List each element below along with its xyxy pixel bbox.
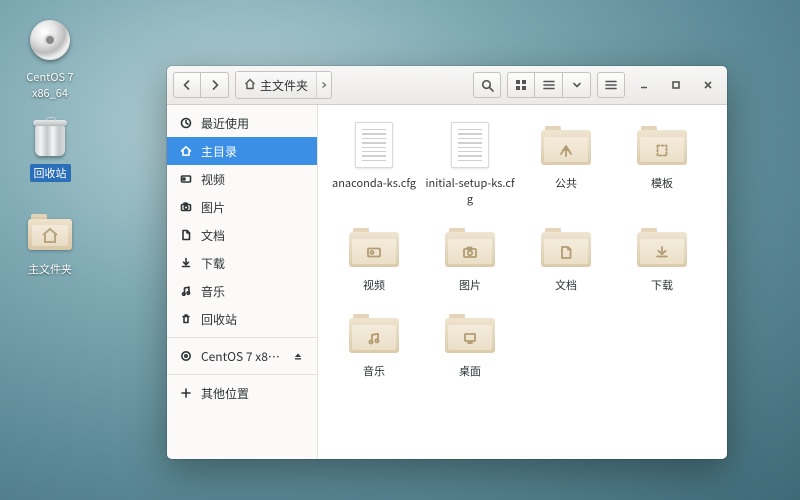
file-icon	[355, 122, 393, 168]
folder-item[interactable]: 公共	[518, 121, 614, 207]
folder-icon	[349, 313, 399, 353]
plus-icon	[179, 386, 193, 400]
minimize-button[interactable]	[631, 72, 657, 98]
view-mode-buttons	[507, 72, 591, 98]
sidebar-item-camera[interactable]: 图片	[167, 193, 317, 221]
maximize-button[interactable]	[663, 72, 689, 98]
folder-item[interactable]: 模板	[614, 121, 710, 207]
path-segment-home[interactable]: 主文件夹	[236, 72, 316, 98]
folder-icon	[26, 208, 74, 256]
sidebar-item-label: 音乐	[201, 283, 225, 300]
view-list-button[interactable]	[535, 72, 563, 98]
folder-icon	[445, 227, 495, 267]
sidebar-other-locations[interactable]: 其他位置	[167, 379, 317, 407]
sidebar-item-download[interactable]: 下载	[167, 249, 317, 277]
item-label: 图片	[459, 277, 481, 293]
file-icon	[451, 122, 489, 168]
sidebar-item-label: 下载	[201, 255, 225, 272]
sidebar-item-label: 图片	[201, 199, 225, 216]
sidebar-device[interactable]: CentOS 7 x86_64	[167, 342, 317, 370]
download-icon	[179, 256, 193, 270]
sidebar-item-label: 文档	[201, 227, 225, 244]
item-label: 模板	[651, 175, 673, 191]
folder-icon	[445, 313, 495, 353]
hamburger-menu-button[interactable]	[597, 72, 625, 98]
sidebar-item-clock[interactable]: 最近使用	[167, 109, 317, 137]
music-icon	[179, 284, 193, 298]
file-item[interactable]: initial-setup-ks.cfg	[422, 121, 518, 207]
back-button[interactable]	[173, 72, 201, 98]
disc-icon	[179, 349, 193, 363]
sidebar-item-label: 主目录	[201, 143, 237, 160]
sidebar-item-video[interactable]: 视频	[167, 165, 317, 193]
item-label: initial-setup-ks.cfg	[424, 175, 516, 207]
folder-icon	[349, 227, 399, 267]
sidebar-item-label: 其他位置	[201, 385, 249, 402]
folder-item[interactable]: 下载	[614, 223, 710, 293]
video-icon	[179, 172, 193, 186]
folder-item[interactable]: 音乐	[326, 309, 422, 379]
sidebar-item-music[interactable]: 音乐	[167, 277, 317, 305]
folder-icon	[637, 227, 687, 267]
sidebar: 最近使用主目录视频图片文档下载音乐回收站 CentOS 7 x86_64 其他位…	[167, 105, 318, 459]
item-label: 文档	[555, 277, 577, 293]
folder-item[interactable]: 桌面	[422, 309, 518, 379]
sidebar-item-label: 最近使用	[201, 115, 249, 132]
path-label: 主文件夹	[260, 77, 308, 94]
content-area[interactable]: anaconda-ks.cfg initial-setup-ks.cfg 公共 模板视…	[318, 105, 727, 459]
trash-icon	[179, 312, 193, 326]
nav-buttons	[173, 72, 229, 98]
trash-icon	[26, 112, 74, 160]
desktop-icon-trash[interactable]: 回收站	[10, 112, 90, 182]
folder-icon	[637, 125, 687, 165]
desktop-icon-label: CentOS 7 x86_64	[10, 68, 90, 102]
sidebar-item-label: 视频	[201, 171, 225, 188]
camera-icon	[179, 200, 193, 214]
folder-item[interactable]: 文档	[518, 223, 614, 293]
folder-item[interactable]: 视频	[326, 223, 422, 293]
desktop-icon-label: 主文件夹	[24, 260, 76, 278]
sidebar-item-label: CentOS 7 x86_64	[201, 348, 283, 365]
forward-button[interactable]	[201, 72, 229, 98]
item-label: 音乐	[363, 363, 385, 379]
document-icon	[179, 228, 193, 242]
view-dropdown-button[interactable]	[563, 72, 591, 98]
close-button[interactable]	[695, 72, 721, 98]
pathbar[interactable]: 主文件夹	[235, 71, 332, 99]
sidebar-item-document[interactable]: 文档	[167, 221, 317, 249]
folder-icon	[541, 227, 591, 267]
clock-icon	[179, 116, 193, 130]
home-icon	[244, 77, 256, 94]
sidebar-item-trash[interactable]: 回收站	[167, 305, 317, 333]
desktop-icon-label: 回收站	[30, 164, 71, 182]
desktop-icon-home-folder[interactable]: 主文件夹	[10, 208, 90, 278]
eject-icon[interactable]	[291, 349, 305, 363]
path-expand-button[interactable]	[316, 72, 331, 98]
folder-item[interactable]: 图片	[422, 223, 518, 293]
file-item[interactable]: anaconda-ks.cfg	[326, 121, 422, 207]
item-label: 桌面	[459, 363, 481, 379]
item-label: anaconda-ks.cfg	[332, 175, 416, 191]
folder-icon	[541, 125, 591, 165]
item-label: 视频	[363, 277, 385, 293]
home-icon	[179, 144, 193, 158]
search-button[interactable]	[473, 72, 501, 98]
sidebar-item-label: 回收站	[201, 311, 237, 328]
disc-icon	[26, 16, 74, 64]
sidebar-item-home[interactable]: 主目录	[167, 137, 317, 165]
file-manager-window: 主文件夹	[167, 66, 727, 459]
item-label: 公共	[555, 175, 577, 191]
item-label: 下载	[651, 277, 673, 293]
titlebar: 主文件夹	[167, 66, 727, 105]
view-grid-button[interactable]	[507, 72, 535, 98]
desktop-icon-disc[interactable]: CentOS 7 x86_64	[10, 16, 90, 102]
